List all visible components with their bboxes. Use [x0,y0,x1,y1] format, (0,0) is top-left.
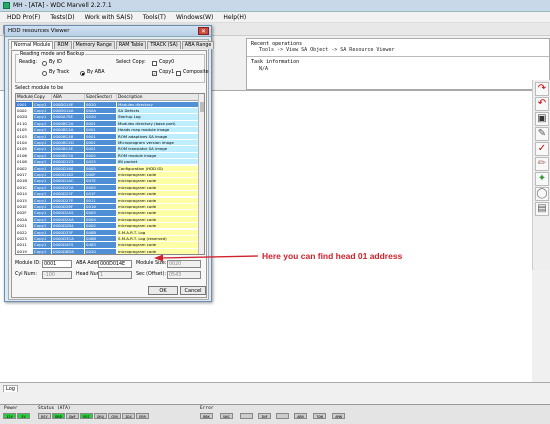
callout-text: Here you can find head 01 address [262,251,403,261]
arrowhead [154,254,163,262]
arrow-line [159,255,259,259]
callout-arrow [154,254,259,262]
